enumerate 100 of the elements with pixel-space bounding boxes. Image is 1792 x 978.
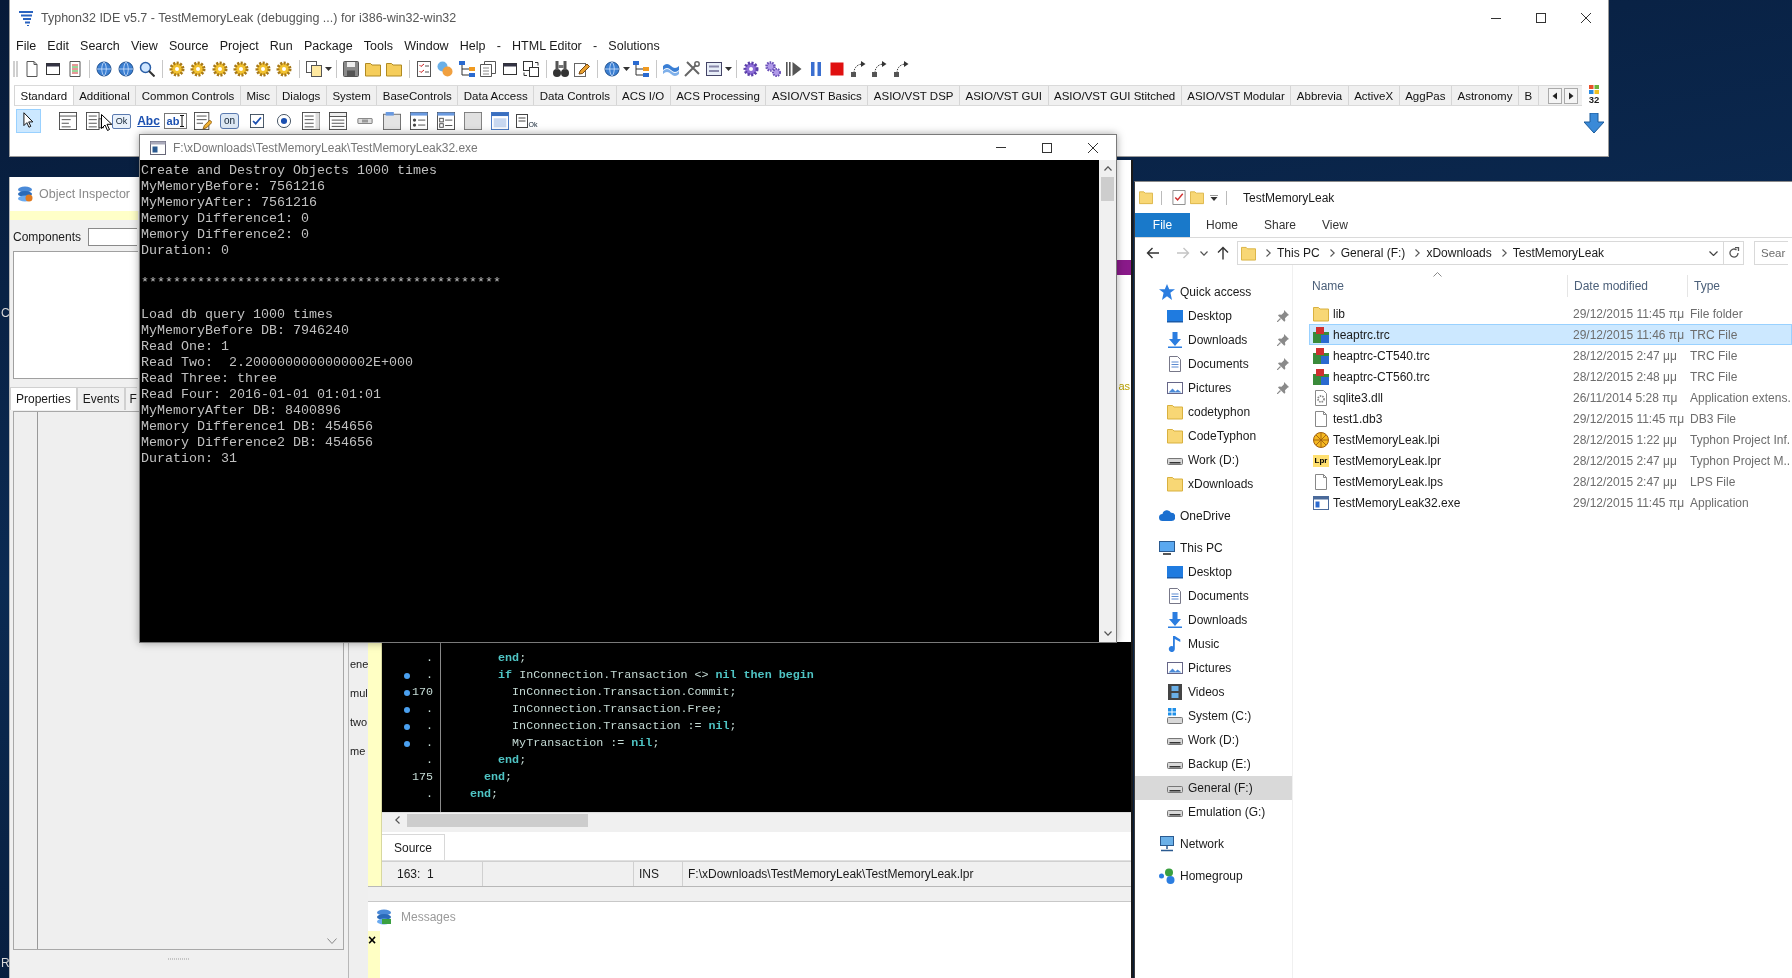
maximize-icon[interactable]	[1042, 142, 1052, 153]
palette-tab[interactable]: Abbrevia	[1291, 86, 1349, 105]
palette-tab[interactable]: ACS Processing	[670, 86, 767, 105]
vertical-scrollbar[interactable]	[1099, 160, 1116, 642]
chevron-right-icon[interactable]	[1329, 249, 1335, 257]
gears-icon[interactable]	[764, 61, 781, 77]
button-tool[interactable]: Ok	[111, 113, 132, 129]
up-arrow-icon[interactable]	[1217, 246, 1229, 260]
memo-icon[interactable]	[192, 111, 213, 131]
nav-item[interactable]: Work (D:)	[1135, 448, 1292, 472]
scrollbar-thumb[interactable]	[407, 813, 588, 827]
chevron-down-icon[interactable]	[1200, 250, 1208, 256]
tree-icon[interactable]	[458, 61, 475, 77]
globe-icon[interactable]	[603, 61, 620, 77]
nav-item[interactable]: Desktop	[1135, 304, 1292, 328]
nav-item[interactable]: Backup (E:)	[1135, 752, 1292, 776]
file-row[interactable]: TestMemoryLeak.lpi 28/12/2015 1:22 μμ Typhon Project Inf.	[1309, 429, 1792, 450]
file-row[interactable]: heaptrc-CT540.trc 28/12/2015 2:47 μμ TRC File	[1309, 345, 1792, 366]
checkbox-icon[interactable]	[248, 113, 265, 129]
gear-icon[interactable]	[743, 61, 760, 77]
file-row[interactable]: sqlite3.dll 26/11/2014 5:28 πμ Application extens.	[1309, 387, 1792, 408]
close-mark[interactable]: ×	[368, 933, 380, 947]
form-icon[interactable]	[705, 61, 722, 77]
nav-item[interactable]: Music	[1135, 632, 1292, 656]
menu-item[interactable]: Solutions	[602, 37, 666, 55]
checklist-icon[interactable]	[415, 61, 432, 77]
nav-item[interactable]: Videos	[1135, 680, 1292, 704]
breadcrumb[interactable]: xDownloads	[1426, 246, 1492, 260]
menu-item[interactable]: Search	[74, 37, 126, 55]
menu-item[interactable]: Help	[454, 37, 492, 55]
chevron-down-icon[interactable]	[1709, 250, 1718, 256]
nav-item[interactable]: Documents	[1135, 352, 1292, 376]
globe-icon[interactable]	[117, 61, 134, 77]
checked-document-icon[interactable]	[1172, 190, 1186, 205]
palette-tab[interactable]: Astronomy	[1452, 86, 1519, 105]
radio-group-icon[interactable]	[408, 111, 429, 131]
column-header[interactable]: Date modified	[1567, 275, 1687, 297]
documents-icon[interactable]	[480, 61, 497, 77]
file-row[interactable]: Lpr TestMemoryLeak.lpr 28/12/2015 2:47 μμ Typhon Project M..	[1309, 450, 1792, 471]
document-icon[interactable]	[23, 61, 40, 77]
palette-tab[interactable]: ASIO/VST DSP	[868, 86, 960, 105]
nav-item[interactable]: xDownloads	[1135, 472, 1292, 496]
nav-item[interactable]: Desktop	[1135, 560, 1292, 584]
horizontal-scrollbar[interactable]	[382, 812, 1131, 828]
nav-item[interactable]: Quick access	[1135, 280, 1292, 304]
wave-icon[interactable]	[662, 61, 679, 77]
nav-item[interactable]: This PC	[1135, 536, 1292, 560]
binoculars-icon[interactable]	[552, 61, 569, 77]
nav-item[interactable]: OneDrive	[1135, 504, 1292, 528]
file-row[interactable]: test1.db3 29/12/2015 11:45 πμ DB3 File	[1309, 408, 1792, 429]
menu-item[interactable]: View	[125, 37, 164, 55]
scroll-left-icon[interactable]	[1548, 87, 1562, 104]
column-header[interactable]: Type	[1687, 275, 1792, 297]
caret-icon[interactable]	[623, 67, 630, 71]
check-group-icon[interactable]	[435, 111, 456, 131]
breadcrumb[interactable]: This PC	[1277, 246, 1320, 260]
palette-tab[interactable]: System	[326, 86, 378, 105]
chevron-down-icon[interactable]	[1103, 631, 1112, 636]
palette-tab[interactable]: BaseControls	[377, 86, 459, 105]
menu-item[interactable]: Edit	[41, 37, 75, 55]
file-row[interactable]: TestMemoryLeak.lps 28/12/2015 2:47 μμ LPS File	[1309, 471, 1792, 492]
step-play-icon[interactable]	[786, 61, 803, 77]
pin-icon[interactable]	[1277, 334, 1289, 346]
popup-menu-icon[interactable]	[84, 111, 105, 131]
file-row[interactable]: lib 29/12/2015 11:45 πμ File folder	[1309, 303, 1792, 324]
nav-item[interactable]: codetyphon	[1135, 400, 1292, 424]
scrollbar-icon[interactable]	[354, 117, 375, 125]
palette-tab[interactable]: Dialogs	[276, 86, 327, 105]
palette-tab[interactable]: Data Access	[458, 86, 535, 105]
inspector-tab[interactable]: Properties	[10, 387, 77, 410]
breadcrumb[interactable]: General (F:)	[1340, 246, 1406, 260]
frame-icon[interactable]	[489, 111, 510, 131]
close-icon[interactable]	[1088, 142, 1098, 153]
search-icon[interactable]	[139, 61, 156, 77]
search-field[interactable]: Sear	[1754, 241, 1788, 265]
menu-item[interactable]: -	[587, 37, 603, 55]
pin-icon[interactable]	[1277, 310, 1289, 322]
palette-tab[interactable]: ACS I/O	[616, 86, 671, 105]
label-tool[interactable]: Abc	[136, 114, 161, 128]
step-arrow-icon[interactable]	[893, 61, 910, 77]
breadcrumb[interactable]: TestMemoryLeak	[1512, 246, 1605, 260]
editor-tab[interactable]: Source	[382, 834, 446, 861]
nav-item[interactable]: General (F:)	[1135, 776, 1292, 800]
back-arrow-icon[interactable]	[1146, 247, 1160, 259]
palette-tab[interactable]: ASIO/VST Basics	[766, 86, 869, 105]
inspector-tab[interactable]: F	[125, 387, 137, 410]
nav-item[interactable]: Homegroup	[1135, 864, 1292, 888]
scroll-right-icon[interactable]	[1564, 87, 1578, 104]
window-icon[interactable]	[45, 61, 62, 77]
cog-icon[interactable]	[233, 61, 250, 77]
pencil-icon[interactable]	[574, 61, 591, 77]
nav-item[interactable]: Pictures	[1135, 656, 1292, 680]
save-icon[interactable]	[343, 61, 360, 77]
column-header[interactable]: Name	[1309, 275, 1567, 297]
cog-icon[interactable]	[254, 61, 271, 77]
minimize-icon[interactable]	[1490, 17, 1501, 19]
inspector-tab[interactable]: Events	[76, 387, 126, 410]
folder-icon[interactable]	[364, 61, 381, 77]
caret-icon[interactable]	[325, 67, 332, 71]
groupbox-icon[interactable]	[381, 111, 402, 131]
